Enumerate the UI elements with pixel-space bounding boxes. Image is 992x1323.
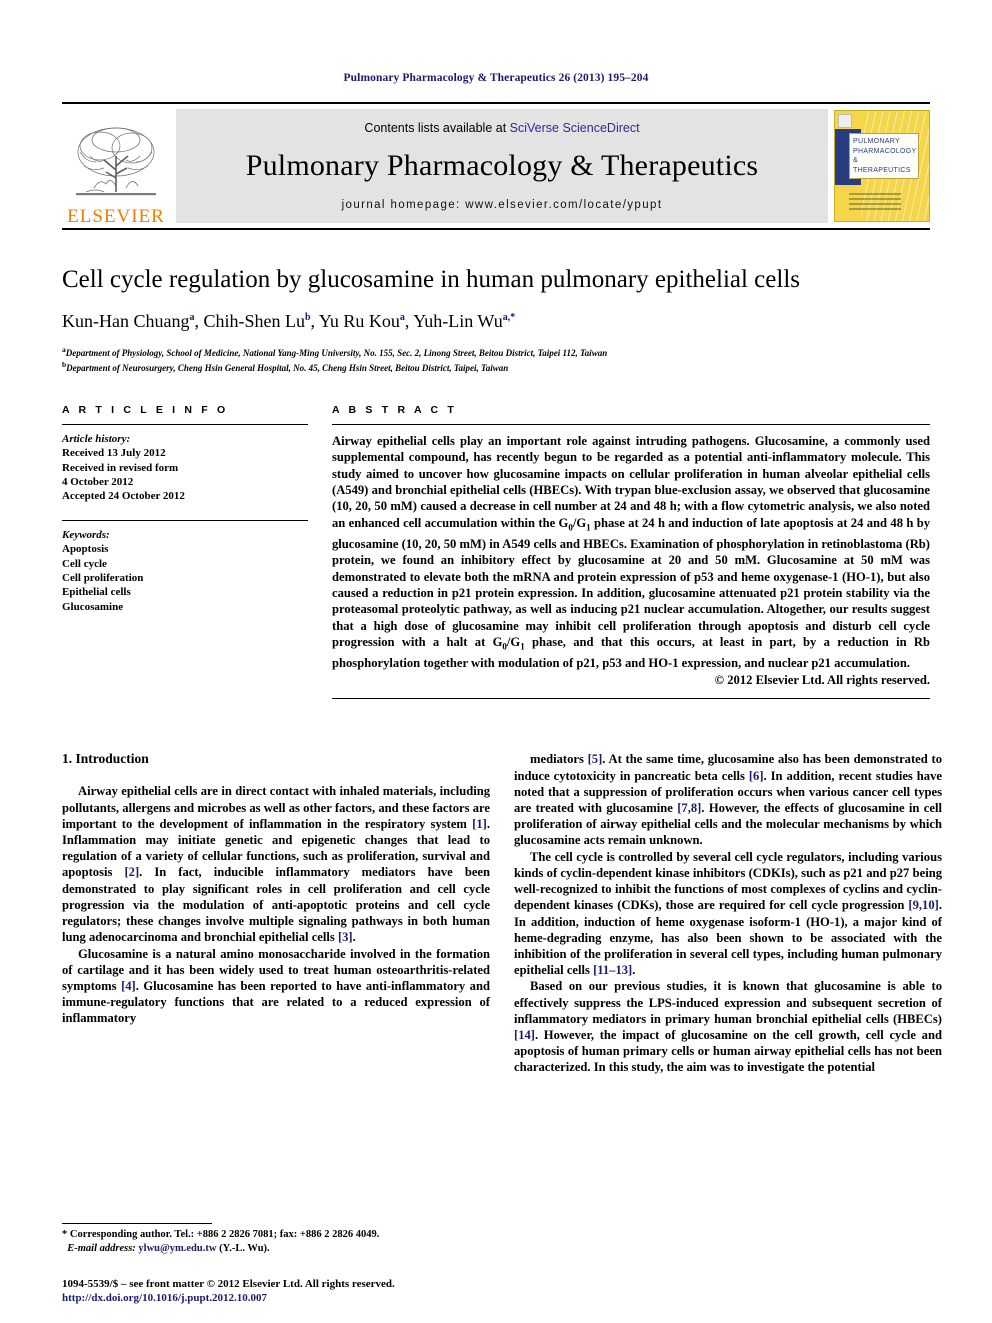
- history-item: Received in revised form: [62, 461, 179, 474]
- cover-title-line1: PULMONARY: [853, 138, 900, 145]
- citation-link[interactable]: [1]: [472, 817, 487, 831]
- keyword-item: Apoptosis: [62, 543, 109, 556]
- affiliation-line: bDepartment of Neurosurgery, Cheng Hsin …: [62, 359, 930, 374]
- author-name: Kun-Han Chuang: [62, 310, 190, 331]
- author-affil-mark: a: [189, 311, 195, 323]
- history-item: 4 October 2012: [62, 475, 134, 488]
- author-list: Kun-Han Chuanga, Chih-Shen Lub, Yu Ru Ko…: [62, 310, 516, 331]
- footnote-block: * Corresponding author. Tel.: +886 2 282…: [62, 1223, 490, 1255]
- abstract-part: phase at 24 h and induction of late apop…: [332, 515, 931, 650]
- citation-link[interactable]: [3]: [338, 930, 353, 944]
- info-abstract-region: A R T I C L E I N F O Article history: R…: [62, 404, 930, 700]
- citation-link[interactable]: [5]: [588, 752, 603, 766]
- author-affil-mark: b: [304, 311, 311, 323]
- section-title-introduction: 1. Introduction: [62, 751, 149, 767]
- citation-link[interactable]: [2]: [124, 865, 139, 879]
- author-name: Yu Ru Kou: [318, 310, 400, 331]
- citation-link[interactable]: [11–13]: [593, 963, 632, 977]
- affiliation-line: aDepartment of Physiology, School of Med…: [62, 344, 930, 359]
- elsevier-logo: ELSEVIER: [62, 104, 170, 228]
- journal-masthead: ELSEVIER Contents lists available at Sci…: [62, 102, 930, 230]
- citation-link[interactable]: [4]: [121, 979, 136, 993]
- title-block: Cell cycle regulation by glucosamine in …: [62, 230, 930, 374]
- cover-elsevier-mark: [838, 114, 852, 128]
- email-link[interactable]: ylwu@ym.edu.tw: [138, 1243, 216, 1254]
- body-columns: 1. Introduction Airway epithelial cells …: [62, 751, 942, 1075]
- paragraph-text: Based on our previous studies, it is kno…: [514, 979, 942, 1026]
- citation-link[interactable]: [9,10]: [908, 898, 938, 912]
- doi-link[interactable]: http://dx.doi.org/10.1016/j.pupt.2012.10…: [62, 1291, 562, 1305]
- contents-prefix: Contents lists available at: [364, 121, 510, 135]
- article-info-heading: A R T I C L E I N F O: [62, 403, 229, 416]
- author-name: Yuh-Lin Wu: [413, 310, 503, 331]
- keyword-item: Epithelial cells: [62, 586, 131, 599]
- paragraph-text: mediators: [530, 752, 588, 767]
- journal-title: Pulmonary Pharmacology & Therapeutics: [245, 149, 759, 182]
- history-item: Accepted 24 October 2012: [62, 490, 185, 503]
- paragraph: The cell cycle is controlled by several …: [514, 849, 942, 979]
- citation-link[interactable]: [7,8]: [677, 801, 701, 815]
- abstract-copyright: © 2012 Elsevier Ltd. All rights reserved…: [714, 673, 930, 688]
- citation-link[interactable]: [6]: [749, 769, 764, 783]
- issn-copyright-block: 1094-5539/$ – see front matter © 2012 El…: [62, 1277, 562, 1305]
- paragraph-text: The cell cycle is controlled by several …: [514, 849, 942, 913]
- corresponding-author-note: * Corresponding author. Tel.: +886 2 282…: [62, 1229, 380, 1240]
- abstract-column: A B S T R A C T Airway epithelial cells …: [332, 404, 930, 700]
- cover-title-line3: & THERAPEUTICS: [853, 157, 911, 174]
- abstract-text: Airway epithelial cells play an importan…: [332, 425, 930, 672]
- keyword-item: Glucosamine: [62, 600, 124, 613]
- paragraph: Glucosamine is a natural amino monosacch…: [62, 946, 490, 1027]
- keyword-item: Cell cycle: [62, 557, 107, 570]
- author-name: Chih-Shen Lu: [203, 310, 305, 331]
- abstract-heading: A B S T R A C T: [332, 403, 457, 416]
- issn-line: 1094-5539/$ – see front matter © 2012 El…: [62, 1278, 395, 1290]
- cover-title-box: PULMONARY PHARMACOLOGY & THERAPEUTICS: [849, 133, 919, 179]
- running-head: Pulmonary Pharmacology & Therapeutics 26…: [343, 72, 649, 84]
- history-item: Received 13 July 2012: [62, 447, 166, 460]
- citation-link[interactable]: [14]: [514, 1028, 535, 1042]
- article-page: Pulmonary Pharmacology & Therapeutics 26…: [0, 0, 992, 1323]
- keywords-block: Keywords: Apoptosis Cell cycle Cell prol…: [62, 521, 308, 614]
- email-owner: (Y.-L. Wu).: [219, 1242, 270, 1254]
- paragraph-text: Airway epithelial cells are in direct co…: [62, 784, 490, 831]
- elsevier-tree-icon: [76, 127, 156, 196]
- divider: [332, 698, 930, 700]
- paragraph-text: . However, the impact of glucosamine on …: [514, 1027, 942, 1075]
- affiliation-text: Department of Neurosurgery, Cheng Hsin G…: [66, 362, 509, 373]
- keywords-label: Keywords:: [62, 528, 110, 541]
- author-affil-mark: a: [399, 311, 405, 323]
- paragraph-text: .: [352, 930, 356, 945]
- contents-list-line: Contents lists available at SciVerse Sci…: [364, 121, 639, 135]
- masthead-center: Contents lists available at SciVerse Sci…: [176, 109, 828, 223]
- sciencedirect-link[interactable]: SciVerse ScienceDirect: [510, 121, 640, 135]
- elsevier-wordmark: ELSEVIER: [67, 206, 165, 227]
- abstract-part: /G: [506, 635, 521, 650]
- article-info-column: A R T I C L E I N F O Article history: R…: [62, 404, 308, 700]
- email-label: E-mail address:: [67, 1242, 136, 1254]
- footnote-rule: [62, 1223, 212, 1224]
- paragraph: Based on our previous studies, it is kno…: [514, 978, 942, 1075]
- cover-title-line2: PHARMACOLOGY: [853, 147, 917, 155]
- journal-cover-thumbnail: PULMONARY PHARMACOLOGY & THERAPEUTICS: [834, 110, 930, 222]
- journal-homepage-link[interactable]: journal homepage: www.elsevier.com/locat…: [342, 199, 663, 211]
- article-history-label: Article history:: [62, 432, 131, 445]
- body-column-left: 1. Introduction Airway epithelial cells …: [62, 751, 490, 1075]
- article-history-block: Article history: Received 13 July 2012 R…: [62, 425, 308, 504]
- body-column-right: mediators [5]. At the same time, glucosa…: [514, 751, 942, 1075]
- paragraph: mediators [5]. At the same time, glucosa…: [514, 751, 942, 848]
- keyword-item: Cell proliferation: [62, 572, 144, 584]
- cover-footer-lines: [849, 193, 901, 213]
- article-title: Cell cycle regulation by glucosamine in …: [62, 266, 800, 293]
- author-affil-mark: a,*: [502, 311, 516, 323]
- paragraph-text: .: [632, 963, 636, 978]
- email-note: E-mail address: ylwu@ym.edu.tw (Y.-L. Wu…: [62, 1242, 490, 1256]
- abstract-part: /G: [572, 515, 587, 530]
- paragraph: Airway epithelial cells are in direct co…: [62, 783, 490, 945]
- affiliation-text: Department of Physiology, School of Medi…: [65, 347, 608, 358]
